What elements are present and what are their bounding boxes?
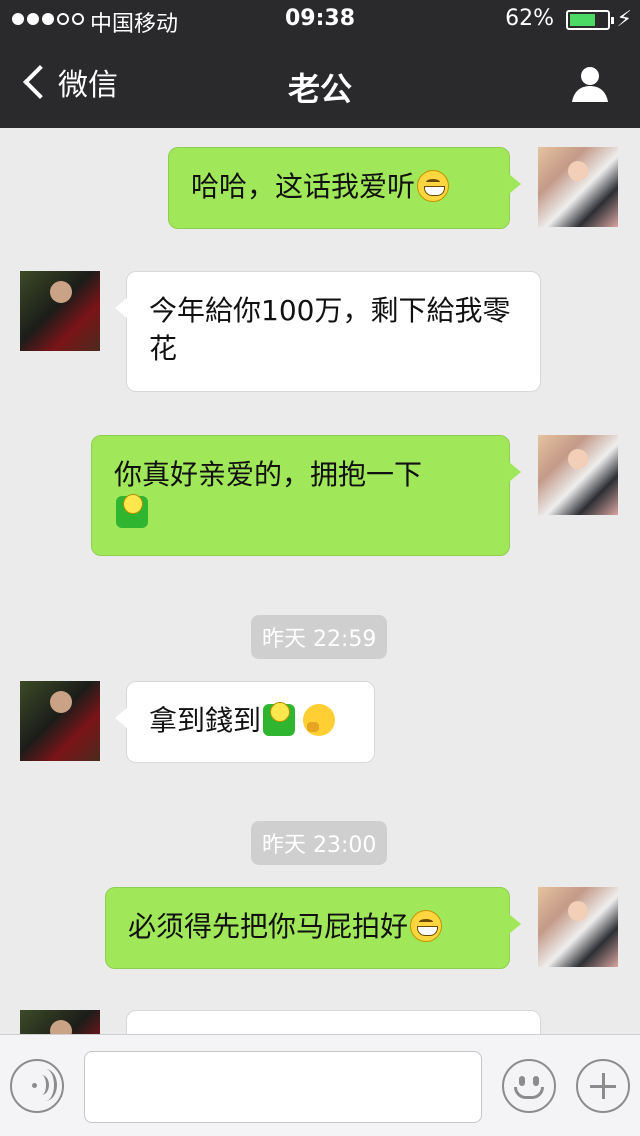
contact-avatar[interactable] — [20, 1010, 100, 1034]
thinking-emoji-icon — [303, 704, 336, 736]
message-bubble-incoming[interactable]: 拿到錢到 — [115, 681, 375, 763]
message-bubble-incoming[interactable]: 今年給你100万，剩下給我零花 — [115, 271, 541, 392]
message-bubble-outgoing[interactable]: 哈哈，这话我爱听 — [168, 147, 521, 229]
hug-emoji-icon — [263, 702, 296, 736]
top-bar: 中国移动 09:38 62% ⚡ 微信 老公 — [0, 0, 640, 128]
battery-percent: 62% — [505, 6, 554, 31]
input-bar — [0, 1034, 640, 1136]
contact-avatar[interactable] — [20, 271, 100, 351]
plus-icon[interactable] — [576, 1059, 630, 1113]
status-bar: 中国移动 09:38 62% ⚡ — [0, 0, 640, 42]
chat-area[interactable]: 哈哈，这话我爱听 今年給你100万，剩下給我零花 你真好亲爱的，拥抱一下 昨天 … — [0, 128, 640, 1034]
message-text: 拿到錢到 — [149, 704, 262, 737]
voice-icon[interactable] — [10, 1059, 64, 1113]
charging-icon: ⚡ — [616, 7, 632, 32]
my-avatar[interactable] — [538, 887, 618, 967]
person-icon[interactable] — [570, 64, 610, 104]
message-text: 必须得先把你马屁拍好 — [128, 910, 409, 943]
message-bubble-outgoing[interactable]: 你真好亲爱的，拥抱一下 — [91, 435, 521, 556]
timestamp-label: 昨天 23:00 — [251, 821, 388, 865]
contact-avatar[interactable] — [20, 681, 100, 761]
message-text: 哈哈，这话我爱听 — [191, 170, 416, 203]
message-bubble-incoming[interactable] — [126, 1010, 541, 1034]
grin-emoji-icon — [417, 170, 450, 202]
timestamp-label: 昨天 22:59 — [251, 615, 388, 659]
message-bubble-outgoing[interactable]: 必须得先把你马屁拍好 — [105, 887, 521, 969]
grin-emoji-icon — [410, 910, 443, 942]
my-avatar[interactable] — [538, 147, 618, 227]
hug-emoji-icon — [116, 494, 148, 528]
message-text: 今年給你100万，剩下給我零花 — [149, 294, 511, 365]
nav-bar: 微信 老公 — [0, 42, 640, 128]
chat-title: 老公 — [287, 70, 352, 108]
message-input[interactable] — [84, 1051, 482, 1123]
message-text: 你真好亲爱的，拥抱一下 — [114, 458, 423, 491]
emoji-icon[interactable] — [502, 1059, 556, 1113]
battery-icon — [566, 10, 614, 30]
my-avatar[interactable] — [538, 435, 618, 515]
